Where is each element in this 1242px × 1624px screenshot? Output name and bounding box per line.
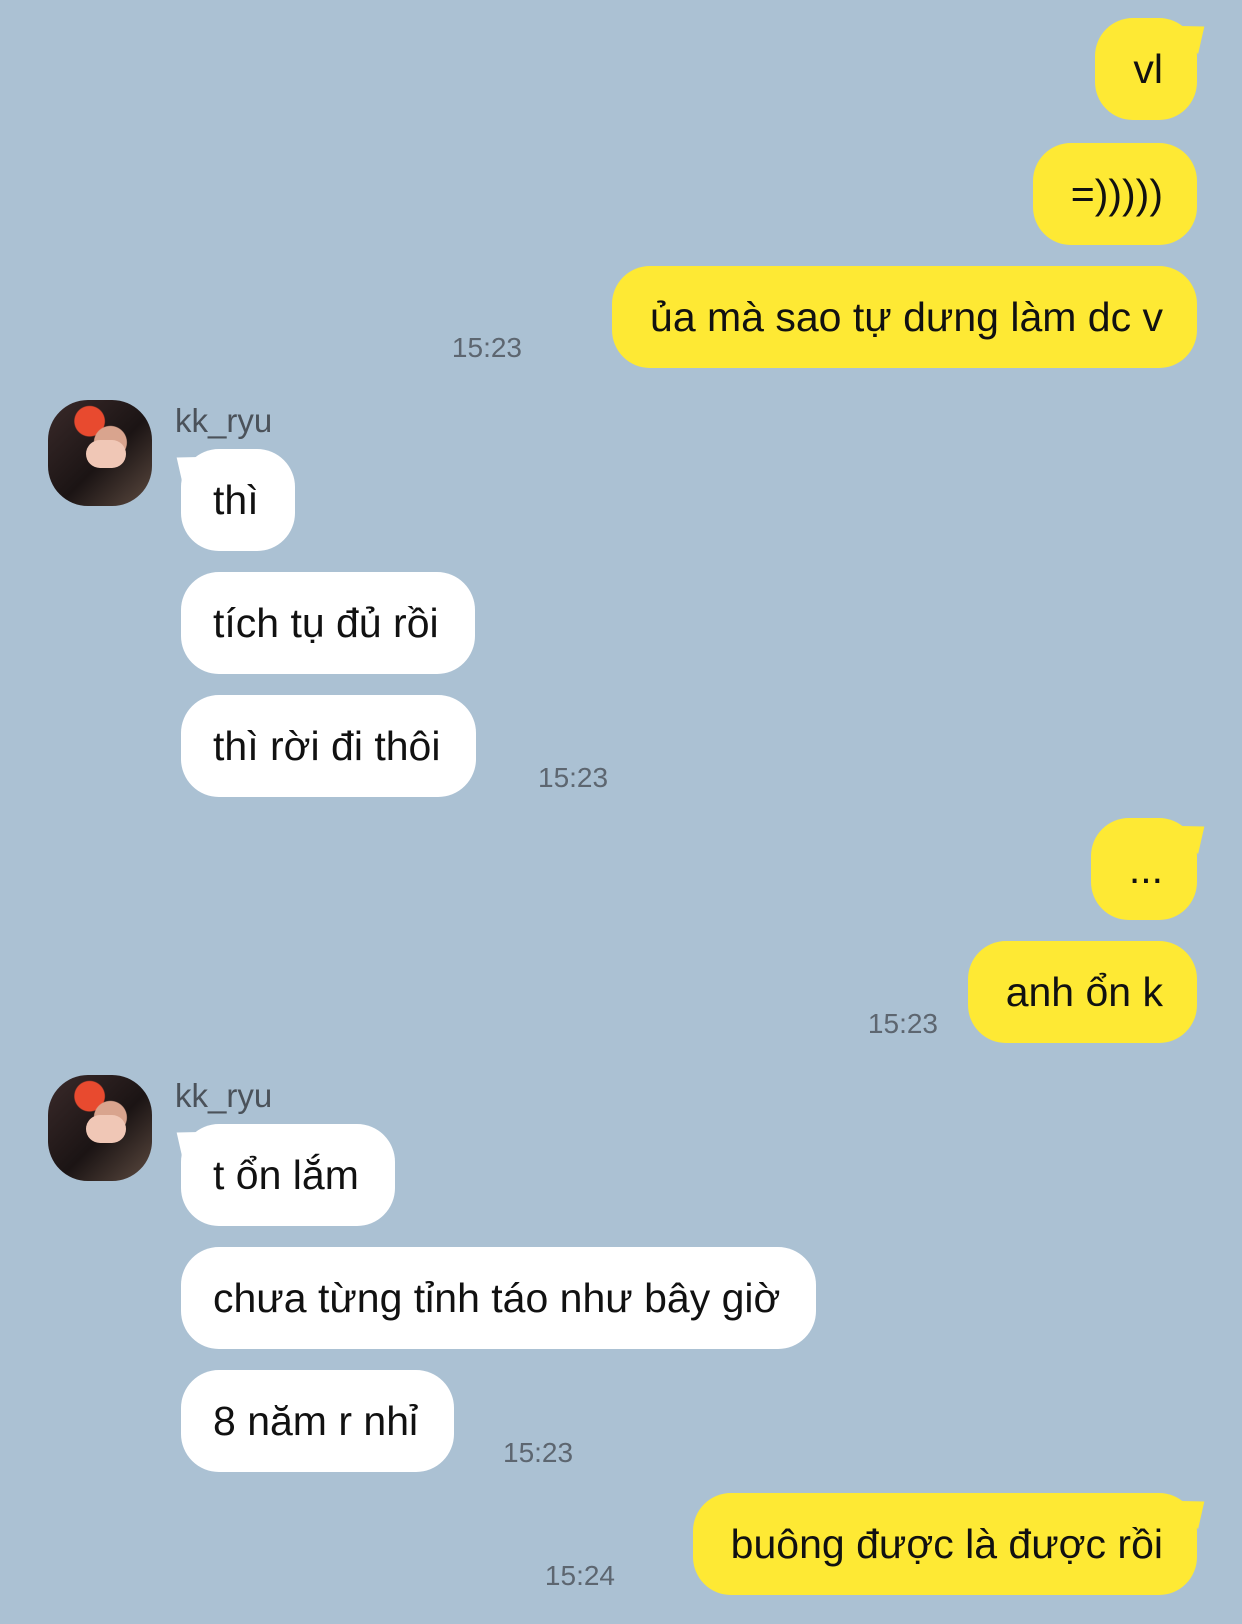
bubble-tail [165,1118,206,1161]
bubble-tail [165,443,206,486]
message-text: thì rời đi thôi [213,723,441,769]
message-text: anh ổn k [1005,969,1163,1015]
bubble-tail [1175,12,1216,55]
incoming-message[interactable]: thì [165,443,295,551]
message-text: chưa từng tỉnh táo như bây giờ [213,1275,781,1321]
sender-name: kk_ryu [175,402,273,439]
message-text: vl [1133,46,1163,92]
timestamp: 15:24 [544,1560,615,1591]
avatar-photo-detail [86,1115,126,1143]
timestamp: 15:23 [503,1437,574,1468]
message-text: buông được là được rồi [730,1521,1163,1567]
bubble-tail [1175,1487,1216,1530]
avatar-photo-detail [86,440,126,468]
timestamp: 15:23 [451,332,522,363]
incoming-message[interactable]: 8 năm r nhỉ [181,1370,455,1472]
outgoing-message[interactable]: anh ổn k [967,941,1197,1043]
outgoing-message[interactable]: ủa mà sao tự dưng làm dc v [612,266,1197,368]
incoming-message[interactable]: thì rời đi thôi [181,695,477,797]
outgoing-message[interactable]: buông được là được rồi [692,1487,1216,1595]
avatar[interactable] [48,1075,152,1181]
incoming-message[interactable]: tích tụ đủ rồi [181,572,475,674]
message-text: =))))) [1070,171,1163,217]
message-text: thì [213,477,259,523]
message-text: 8 năm r nhỉ [213,1398,419,1444]
outgoing-message[interactable]: ... [1090,812,1216,920]
incoming-message[interactable]: t ổn lắm [165,1118,395,1226]
message-text: ủa mà sao tự dưng làm dc v [650,294,1163,340]
timestamp: 15:23 [538,762,609,793]
message-text: ... [1128,846,1163,892]
outgoing-message[interactable]: vl [1095,12,1216,120]
timestamp: 15:23 [867,1008,938,1039]
bubble-tail [1175,812,1216,855]
incoming-message[interactable]: chưa từng tỉnh táo như bây giờ [181,1247,817,1349]
outgoing-message[interactable]: =))))) [1032,143,1197,245]
sender-name: kk_ryu [175,1077,273,1114]
message-text: t ổn lắm [213,1152,359,1198]
avatar[interactable] [48,400,152,506]
message-text: tích tụ đủ rồi [213,600,439,646]
